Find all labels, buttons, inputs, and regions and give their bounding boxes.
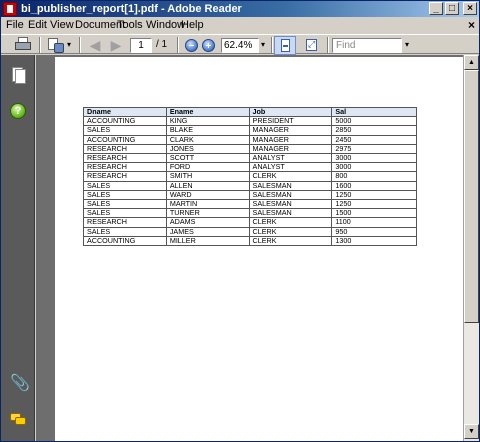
single-page-glyph [281,39,290,52]
document-close-icon[interactable]: × [468,18,475,33]
cell-job: MANAGER [248,125,333,136]
cell-dname: ACCOUNTING [83,235,167,247]
fit-page-glyph [306,39,317,51]
toolbar: ▾ ◀ ▶ 1 / 1 62.4% ▾ Find ▾ [1,34,479,55]
cell-ename: ALLEN [165,180,250,191]
menu-view[interactable]: View [50,18,74,33]
print-icon[interactable] [13,36,33,54]
menu-help[interactable]: Help [181,18,204,33]
menu-tools[interactable]: Tools [117,18,143,33]
cell-sal: 2850 [331,125,417,136]
pages-icon[interactable] [10,67,26,84]
pdf-page: Dname Ename Job Sal ACCOUNTING KING PRESID… [55,57,463,441]
fit-page-icon[interactable] [301,36,323,55]
print-icon-body [15,42,31,50]
table-row: SALES JAMES CLERK 950 [83,226,417,237]
cell-ename: BLAKE [165,125,250,136]
report-table: Dname Ename Job Sal ACCOUNTING KING PRESID… [83,106,417,247]
scroll-up-button[interactable]: ▲ [464,55,479,70]
close-button[interactable]: × [463,2,477,15]
cell-dname: ACCOUNTING [83,134,167,145]
attachments-icon[interactable]: 📎 [10,376,30,392]
cell-job: CLERK [248,226,333,237]
previous-page-icon[interactable]: ◀ [87,36,103,54]
table-row: ACCOUNTING KING PRESIDENT 5000 [83,116,417,127]
menu-file[interactable]: File [6,18,24,33]
cell-job: SALESMAN [248,180,333,191]
cell-dname: SALES [83,125,167,136]
app-window: bi_publisher_report[1].pdf - Adobe Reade… [0,0,480,442]
cell-ename: SMITH [165,171,250,182]
table-row: ACCOUNTING MILLER CLERK 1300 [83,235,417,247]
maximize-button[interactable]: □ [445,2,459,15]
cell-ename: CLARK [165,134,250,145]
scroll-down-button[interactable]: ▼ [464,424,479,439]
comments-icon[interactable] [10,411,26,427]
page-number-input[interactable]: 1 [130,38,152,53]
pages-icon-front [15,69,26,84]
toolbar-separator [79,37,81,53]
report-table-body: ACCOUNTING KING PRESIDENT 5000 SALES BLAKE MAN… [83,116,417,247]
cell-job: CLERK [248,171,333,182]
toolbar-separator [39,37,41,53]
cell-ename: JAMES [165,226,250,237]
vertical-scrollbar[interactable]: ▲ ▼ [463,55,479,441]
table-row: RESEARCH JONES MANAGER 2975 [83,143,417,155]
cell-sal: 800 [331,171,417,182]
cell-job: CLERK [248,235,333,247]
cell-dname: SALES [83,180,167,191]
cell-job: MANAGER [248,134,333,145]
minimize-button[interactable]: _ [429,2,443,15]
find-dropdown-icon[interactable]: ▾ [405,36,409,54]
next-page-icon[interactable]: ▶ [108,36,124,54]
zoom-level-field[interactable]: 62.4% [221,38,259,53]
cell-dname: SALES [83,226,167,237]
help-icon[interactable]: ? [10,103,26,119]
toolbar-separator [327,37,329,53]
cell-job: CLERK [248,217,333,228]
zoom-out-icon[interactable] [185,39,198,52]
document-viewport[interactable]: Dname Ename Job Sal ACCOUNTING KING PRESID… [36,55,463,441]
collaborate-icon[interactable] [46,36,66,54]
find-input[interactable]: Find [332,38,402,53]
table-row: SALES BLAKE MANAGER 2850 [83,125,417,136]
cell-ename: MILLER [165,235,250,247]
table-row: SALES MARTIN SALESMAN 1250 [83,199,417,210]
window-controls: _ □ × [429,2,477,15]
page-total-label: / 1 [156,39,168,50]
cell-sal: 1600 [331,180,417,191]
menu-edit[interactable]: Edit [28,18,47,33]
menu-window[interactable]: Window [146,18,185,33]
cell-dname: RESEARCH [83,171,167,182]
toolbar-separator [177,37,179,53]
window-title: bi_publisher_report[1].pdf - Adobe Reade… [21,3,242,15]
title-bar[interactable]: bi_publisher_report[1].pdf - Adobe Reade… [1,1,479,17]
zoom-dropdown-icon[interactable]: ▾ [261,36,265,54]
collaborate-icon-person [54,43,64,53]
comment-bubble-front [15,417,26,425]
table-row: RESEARCH ADAMS CLERK 1100 [83,217,417,228]
table-row: RESEARCH SCOTT ANALYST 3000 [83,153,417,164]
table-row: SALES TURNER SALESMAN 1500 [83,208,417,219]
cell-sal: 950 [331,226,417,237]
collaborate-dropdown-icon[interactable]: ▾ [67,36,71,54]
cell-sal: 2450 [331,134,417,145]
table-row: ACCOUNTING CLARK MANAGER 2450 [83,134,417,145]
table-row: SALES ALLEN SALESMAN 1600 [83,180,417,191]
toolbar-separator [271,37,273,53]
cell-ename: ADAMS [165,217,250,228]
table-row: SALES WARD SALESMAN 1250 [83,189,417,201]
zoom-in-icon[interactable] [202,39,215,52]
scroll-thumb[interactable] [464,70,479,323]
adobe-reader-icon[interactable] [3,2,17,16]
table-row: RESEARCH FORD ANALYST 3000 [83,162,417,173]
cell-sal: 1100 [331,217,417,228]
navigation-panel: ? 📎 [1,55,35,441]
table-row: RESEARCH SMITH CLERK 800 [83,171,417,182]
cell-dname: RESEARCH [83,217,167,228]
single-page-view-icon[interactable] [274,36,296,55]
menu-bar: File Edit View Document Tools Window Hel… [1,17,479,34]
cell-sal: 1300 [331,235,417,247]
